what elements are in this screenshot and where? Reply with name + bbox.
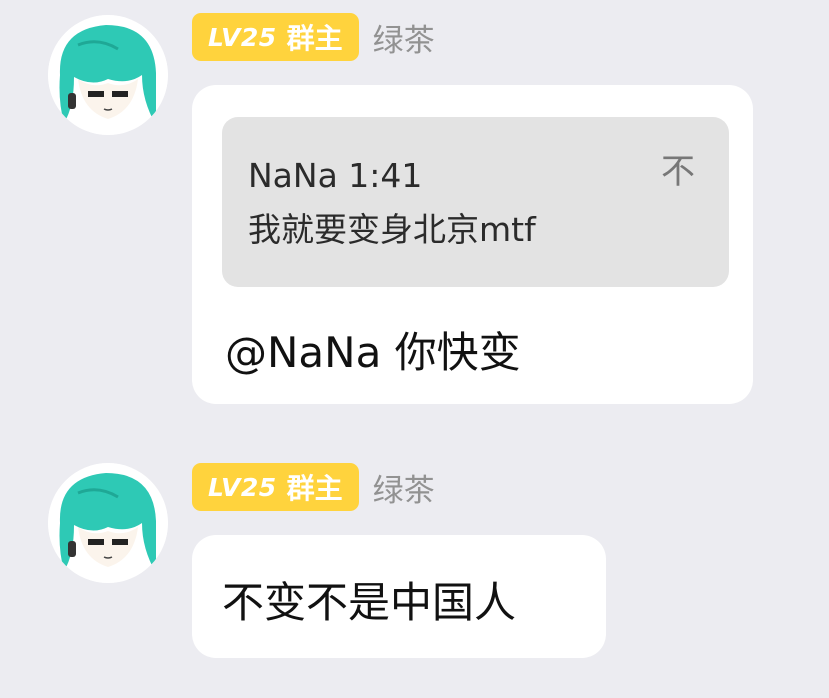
level-label: LV25 bbox=[208, 22, 277, 52]
level-label: LV25 bbox=[208, 472, 277, 502]
sender-name[interactable]: 绿茶 bbox=[373, 465, 435, 510]
jump-to-quote-icon[interactable]: 不 bbox=[661, 145, 695, 199]
avatar[interactable] bbox=[48, 463, 168, 583]
role-label: 群主 bbox=[286, 22, 343, 55]
avatar[interactable] bbox=[48, 15, 168, 135]
level-badge: LV25 群主 bbox=[192, 463, 359, 511]
quote-text: 我就要变身北京mtf bbox=[248, 210, 536, 249]
level-badge: LV25 群主 bbox=[192, 13, 359, 61]
anime-avatar-icon bbox=[48, 463, 168, 583]
sender-meta: LV25 群主 绿茶 bbox=[192, 13, 435, 61]
message-bubble[interactable]: 不变不是中国人 bbox=[192, 535, 606, 658]
reply-quote[interactable]: NaNa 1:41 我就要变身北京mtf 不 bbox=[222, 117, 729, 287]
anime-avatar-icon bbox=[48, 15, 168, 135]
message-bubble[interactable]: NaNa 1:41 我就要变身北京mtf 不 @NaNa 你快变 bbox=[192, 85, 753, 404]
quote-author-time: NaNa 1:41 bbox=[248, 156, 423, 195]
role-label: 群主 bbox=[286, 472, 343, 505]
message-text: @NaNa 你快变 bbox=[225, 328, 521, 377]
sender-meta: LV25 群主 绿茶 bbox=[192, 463, 435, 511]
sender-name[interactable]: 绿茶 bbox=[373, 15, 435, 60]
message-text: 不变不是中国人 bbox=[222, 578, 517, 627]
